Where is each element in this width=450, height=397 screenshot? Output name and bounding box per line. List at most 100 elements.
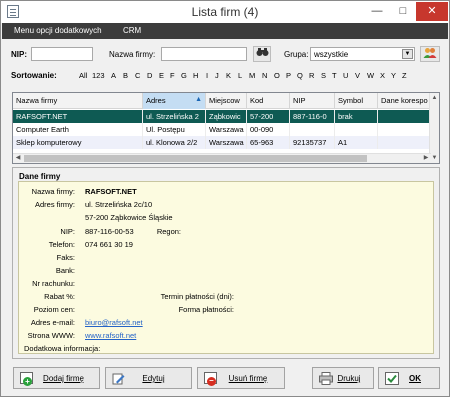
ok-button[interactable]: OK [378, 367, 440, 389]
nip-label: NIP: [11, 50, 27, 59]
binoculars-icon [256, 48, 268, 56]
minimize-button[interactable]: — [364, 2, 390, 21]
horizontal-scroll-thumb[interactable] [24, 155, 367, 162]
detail-label-bank: Bank: [55, 266, 75, 275]
cell-city: Warszawa [206, 123, 247, 136]
column-header-city[interactable]: Miejscow [206, 93, 247, 109]
company-details-group: Dane firmy Nazwa firmy: RAFSOFT.NET Adre… [12, 167, 440, 359]
cell-city: Ząbkowic [206, 110, 247, 123]
window: Lista firm (4) — □ ✕ Menu opcji dodatkow… [0, 0, 450, 397]
column-header-correspondence[interactable]: Dane korespo [378, 93, 431, 109]
cell-correspondence [378, 110, 431, 123]
cell-postal-code: 65-963 [247, 136, 290, 149]
column-header-nip[interactable]: NIP [290, 93, 335, 109]
table-row[interactable]: RAFSOFT.NET ul. Strzelińska 2 Ząbkowic 5… [13, 110, 431, 123]
delete-company-label: Usuń firmę [228, 374, 268, 383]
company-name-input[interactable] [161, 47, 247, 61]
sort-n[interactable]: N [262, 71, 267, 80]
edit-button[interactable]: Edytuj [105, 367, 192, 389]
sort-123[interactable]: 123 [92, 71, 105, 80]
cell-postal-code: 00-090 [247, 123, 290, 136]
sort-e[interactable]: E [159, 71, 164, 80]
detail-value-address-line2: 57-200 Ząbkowice Śląskie [85, 213, 173, 222]
scroll-left-icon[interactable]: ◀ [13, 154, 23, 163]
company-details-title: Dane firmy [19, 172, 61, 181]
sort-x[interactable]: X [380, 71, 385, 80]
cell-nip [290, 123, 335, 136]
group-select[interactable]: wszystkie ▼ [310, 47, 415, 61]
detail-label-price-level: Poziom cen: [33, 305, 75, 314]
sort-m[interactable]: M [249, 71, 255, 80]
menu-additional-options[interactable]: Menu opcji dodatkowych [14, 26, 102, 35]
sort-a[interactable]: A [111, 71, 116, 80]
column-header-address[interactable]: Adres ▲ [143, 93, 206, 109]
scroll-down-icon[interactable]: ▼ [430, 153, 439, 163]
sort-o[interactable]: O [274, 71, 280, 80]
sort-k[interactable]: K [226, 71, 231, 80]
detail-label-discount: Rabat %: [44, 292, 75, 301]
sort-c[interactable]: C [135, 71, 140, 80]
add-company-label: Dodaj firmę [43, 374, 84, 383]
detail-label-www: Strona WWW: [27, 331, 75, 340]
sort-r[interactable]: R [309, 71, 314, 80]
cell-address: ul. Klonowa 2/2 [143, 136, 206, 149]
print-button[interactable]: Drukuj [312, 367, 374, 389]
group-select-value: wszystkie [314, 50, 349, 59]
sort-d[interactable]: D [147, 71, 152, 80]
sort-y[interactable]: Y [391, 71, 396, 80]
cell-correspondence [378, 136, 431, 149]
detail-label-email: Adres e-mail: [30, 318, 75, 327]
table-row[interactable]: Sklep komputerowy ul. Klonowa 2/2 Warsza… [13, 136, 431, 149]
nip-input[interactable] [31, 47, 93, 61]
table-row[interactable]: Computer Earth Ul. Postępu Warszawa 00-0… [13, 123, 431, 136]
cell-address: Ul. Postępu [143, 123, 206, 136]
detail-value-email[interactable]: biuro@rafsoft.net [85, 318, 143, 327]
sort-u[interactable]: U [343, 71, 348, 80]
sort-w[interactable]: W [367, 71, 374, 80]
cell-symbol: brak [335, 110, 378, 123]
column-header-address-label: Adres [146, 96, 166, 105]
sort-j[interactable]: J [215, 71, 219, 80]
detail-label-address: Adres firmy: [34, 200, 75, 209]
groups-button[interactable] [420, 46, 440, 62]
detail-value-nip: 887-116-00-53 [85, 227, 134, 236]
sort-g[interactable]: G [181, 71, 187, 80]
detail-label-regon: Regon: [156, 227, 181, 236]
search-button[interactable] [253, 46, 271, 62]
detail-value-name: RAFSOFT.NET [85, 187, 137, 196]
sort-v[interactable]: V [355, 71, 360, 80]
sort-q[interactable]: Q [297, 71, 303, 80]
cell-postal-code: 57-200 [247, 110, 290, 123]
detail-label-payment-term: Termin płatności (dni): [160, 292, 234, 301]
detail-label-fax: Faks: [56, 253, 75, 262]
sort-ascending-icon: ▲ [195, 96, 202, 103]
edit-label: Edytuj [142, 374, 165, 383]
scroll-up-icon[interactable]: ▲ [430, 93, 439, 103]
delete-company-button[interactable]: – Usuń firmę [197, 367, 285, 389]
menu-crm[interactable]: CRM [123, 26, 141, 35]
menu-bar: Menu opcji dodatkowych CRM [2, 23, 448, 39]
sort-p[interactable]: P [286, 71, 291, 80]
maximize-button[interactable]: □ [390, 2, 416, 21]
column-header-postal-code[interactable]: Kod [247, 93, 290, 109]
title-bar: Lista firm (4) — □ ✕ [1, 1, 449, 23]
company-name-label: Nazwa firmy: [109, 50, 156, 59]
scroll-right-icon[interactable]: ▶ [421, 154, 431, 163]
sort-i[interactable]: I [206, 71, 208, 80]
detail-value-www[interactable]: www.rafsoft.net [85, 331, 136, 340]
sort-all[interactable]: All [79, 71, 87, 80]
sort-f[interactable]: F [170, 71, 175, 80]
sort-b[interactable]: B [123, 71, 128, 80]
column-header-name[interactable]: Nazwa firmy [13, 93, 143, 109]
sort-l[interactable]: L [238, 71, 242, 80]
column-header-symbol[interactable]: Symbol [335, 93, 378, 109]
sort-s[interactable]: S [321, 71, 326, 80]
sort-h[interactable]: H [193, 71, 198, 80]
add-company-button[interactable]: + Dodaj firmę [13, 367, 100, 389]
sort-t[interactable]: T [332, 71, 337, 80]
sort-z[interactable]: Z [402, 71, 407, 80]
people-icon [423, 48, 437, 58]
table-horizontal-scrollbar[interactable]: ◀ ▶ [13, 153, 431, 163]
close-button[interactable]: ✕ [416, 2, 448, 21]
print-label: Drukuj [337, 374, 361, 383]
